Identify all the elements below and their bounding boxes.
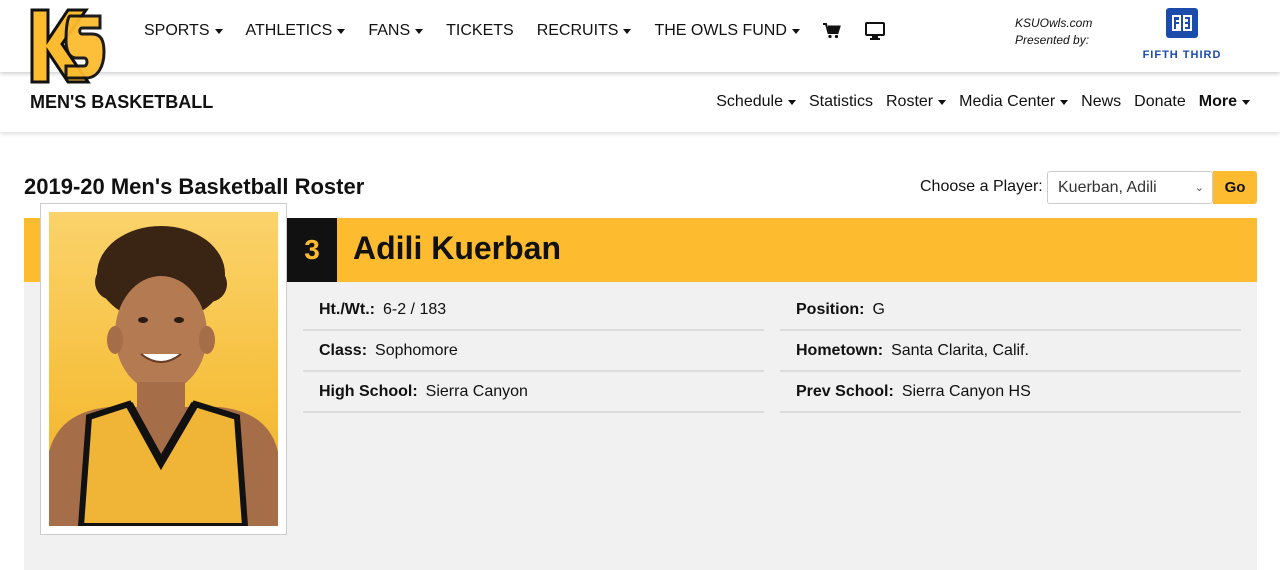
top-nav-bar: SPORTS ATHLETICS FANS TICKETS RECRUITS T…	[0, 0, 1280, 72]
chevron-down-icon: ⌄	[1194, 182, 1204, 194]
desktop-monitor-icon[interactable]	[864, 22, 885, 40]
caret-down-icon	[1242, 99, 1250, 105]
info-label: Class:	[319, 342, 368, 359]
subnav-item-media-center[interactable]: Media Center	[959, 93, 1069, 111]
caret-down-icon	[787, 99, 796, 105]
subnav-item-schedule[interactable]: Schedule	[716, 93, 796, 111]
nav-item-label: RECRUITS	[536, 22, 619, 39]
sponsor-text: KSUOwls.com Presented by:	[1015, 15, 1092, 49]
subnav-item-label: News	[1081, 93, 1122, 110]
player-headshot-frame	[40, 203, 287, 535]
subnav-item-label: Statistics	[808, 93, 873, 110]
player-select-value: Kuerban, Adili	[1058, 179, 1157, 196]
info-value: G	[872, 301, 885, 318]
subnav-item-label: Schedule	[716, 93, 783, 110]
info-label: Ht./Wt.:	[319, 301, 375, 318]
subnav-item-label: More	[1198, 93, 1237, 110]
info-value: Sierra Canyon HS	[901, 383, 1031, 400]
info-label: Hometown:	[796, 342, 884, 359]
subnav-item-statistics[interactable]: Statistics	[809, 93, 873, 111]
main-nav: SPORTS ATHLETICS FANS TICKETS RECRUITS T…	[144, 22, 909, 40]
caret-down-icon	[1060, 99, 1069, 105]
nav-item-label: TICKETS	[446, 22, 514, 39]
sponsor-logo-text: FIFTH THIRD	[1142, 49, 1222, 61]
info-value: 6-2 / 183	[382, 301, 447, 318]
info-row-position: Position: G	[780, 290, 1241, 331]
caret-down-icon	[938, 99, 947, 105]
info-value: Sophomore	[375, 342, 458, 359]
sport-subnav: Schedule Statistics Roster Media Center …	[703, 93, 1250, 111]
subnav-item-news[interactable]: News	[1081, 93, 1121, 111]
nav-item-label: FANS	[368, 22, 411, 39]
player-select[interactable]: Kuerban, Adili ⌄	[1047, 171, 1213, 204]
subnav-item-label: Donate	[1134, 93, 1186, 110]
info-label: Position:	[796, 301, 865, 318]
go-button[interactable]: Go	[1213, 171, 1257, 204]
player-info-left: Ht./Wt.: 6-2 / 183 Class: Sophomore High S…	[303, 290, 764, 413]
nav-item-label: ATHLETICS	[245, 22, 333, 39]
info-value: Santa Clarita, Calif.	[891, 342, 1029, 359]
sponsor-presented-by: Presented by:	[1015, 33, 1090, 47]
info-row-prev-school: Prev School: Sierra Canyon HS	[780, 372, 1241, 413]
subnav-item-more[interactable]: More	[1199, 93, 1250, 111]
nav-item-label: THE OWLS FUND	[654, 22, 787, 39]
sport-title[interactable]: MEN'S BASKETBALL	[30, 92, 213, 113]
info-row-hometown: Hometown: Santa Clarita, Calif.	[780, 331, 1241, 372]
shopping-cart-icon[interactable]	[822, 23, 841, 39]
sport-nav-bar: MEN'S BASKETBALL Schedule Statistics Ros…	[0, 72, 1280, 132]
info-row-high-school: High School: Sierra Canyon	[303, 372, 764, 413]
nav-item-athletics[interactable]: ATHLETICS	[246, 22, 346, 40]
nav-item-label: SPORTS	[144, 22, 210, 39]
caret-down-icon	[623, 28, 632, 34]
nav-item-tickets[interactable]: TICKETS	[446, 22, 514, 40]
subnav-item-label: Media Center	[959, 93, 1056, 110]
ks-logo[interactable]	[24, 6, 108, 86]
nav-item-sports[interactable]: SPORTS	[144, 22, 223, 40]
nav-item-fans[interactable]: FANS	[368, 22, 424, 40]
caret-down-icon	[337, 28, 346, 34]
caret-down-icon	[415, 28, 424, 34]
nav-item-recruits[interactable]: RECRUITS	[537, 22, 632, 40]
info-row-class: Class: Sophomore	[303, 331, 764, 372]
info-label: High School:	[319, 383, 418, 400]
player-name: Adili Kuerban	[353, 230, 562, 266]
player-headshot	[49, 212, 278, 526]
subnav-item-donate[interactable]: Donate	[1134, 93, 1186, 111]
jersey-number: 3	[287, 218, 337, 282]
sponsor-site[interactable]: KSUOwls.com	[1015, 15, 1092, 32]
player-info-right: Position: G Hometown: Santa Clarita, Calif…	[780, 290, 1241, 413]
subnav-item-roster[interactable]: Roster	[885, 93, 947, 111]
info-label: Prev School:	[796, 383, 894, 400]
info-value: Sierra Canyon	[425, 383, 528, 400]
fifth-third-logo-mark	[1166, 8, 1198, 38]
subnav-item-label: Roster	[885, 93, 934, 110]
page-title: 2019-20 Men's Basketball Roster	[24, 174, 365, 199]
info-row-height-weight: Ht./Wt.: 6-2 / 183	[303, 290, 764, 331]
nav-item-owls-fund[interactable]: THE OWLS FUND	[654, 22, 800, 40]
caret-down-icon	[791, 28, 800, 34]
fifth-third-logo[interactable]: FIFTH THIRD	[1136, 8, 1228, 61]
player-chooser-label: Choose a Player:	[920, 178, 1043, 195]
caret-down-icon	[214, 28, 223, 34]
